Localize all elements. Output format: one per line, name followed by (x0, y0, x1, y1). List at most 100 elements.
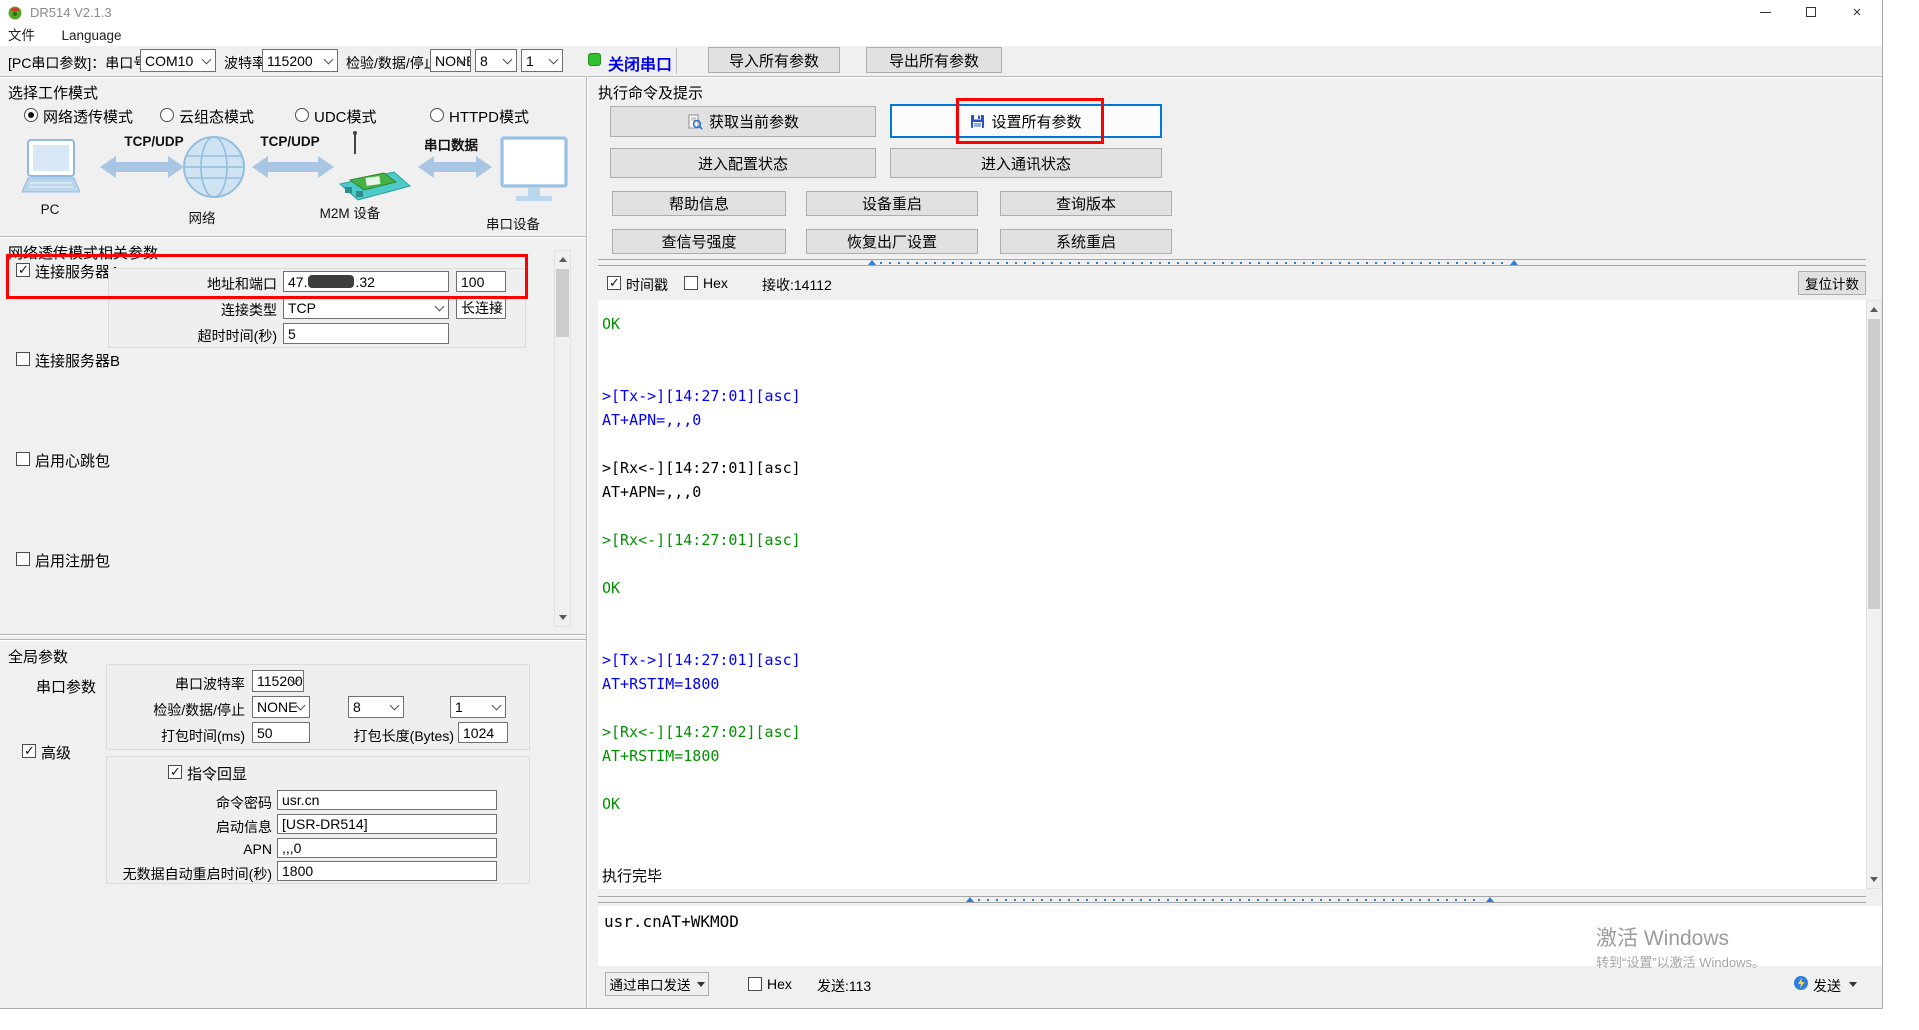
log-line: >[Rx<-][14:27:01][asc] (602, 456, 1866, 480)
scroll-down-icon[interactable] (1870, 877, 1878, 882)
send-via-serial-button[interactable]: 通过串口发送 (605, 972, 709, 996)
stopbits-select[interactable]: 1 (521, 49, 563, 72)
section-divider (0, 639, 588, 641)
scroll-down-icon[interactable] (559, 615, 567, 620)
databits-select[interactable]: 8 (475, 49, 517, 72)
export-all-params-button[interactable]: 导出所有参数 (866, 47, 1002, 73)
baud-select[interactable]: 115200 (262, 49, 338, 72)
query-version-button[interactable]: 查询版本 (1000, 191, 1172, 216)
splitter-top[interactable] (598, 259, 1866, 266)
log-line (602, 360, 1866, 384)
conn-type-select[interactable]: TCP (283, 297, 449, 319)
log-line (602, 600, 1866, 624)
splitter-arrow-icon (966, 897, 974, 902)
keepalive-select[interactable]: 长连接 (456, 297, 506, 319)
get-params-button[interactable]: 获取当前参数 (610, 106, 876, 137)
radio-httpd-mode[interactable] (430, 108, 444, 122)
packtime-input[interactable]: 50 (252, 722, 310, 743)
menu-file[interactable]: 文件 (8, 24, 35, 44)
left-panel-scrollbar[interactable] (554, 250, 571, 627)
send-button[interactable]: 发送 (1813, 976, 1841, 996)
close-port-button[interactable]: 关闭串口 (608, 51, 672, 75)
close-button[interactable]: × (1837, 0, 1877, 24)
advanced-checkbox[interactable] (22, 744, 36, 758)
timeout-input[interactable]: 5 (283, 323, 449, 344)
log-scrollbar[interactable] (1866, 300, 1882, 889)
advanced-label: 高级 (41, 742, 71, 763)
log-output-area[interactable]: OK >[Tx->][14:27:01][asc]AT+APN=,,,0 >[R… (598, 300, 1866, 889)
server-a-port-input[interactable]: 100 (456, 271, 506, 292)
help-info-button[interactable]: 帮助信息 (612, 191, 786, 216)
conn-type-label: 连接类型 (207, 300, 277, 320)
import-all-params-button[interactable]: 导入所有参数 (708, 47, 840, 73)
section-global-params-title: 全局参数 (8, 646, 68, 667)
log-line: AT+RSTIM=1800 (602, 744, 1866, 768)
minimize-button[interactable] (1745, 0, 1785, 24)
g-parity-select[interactable]: NONE (252, 696, 310, 718)
heartbeat-label: 启用心跳包 (35, 450, 110, 471)
device-reboot-button[interactable]: 设备重启 (806, 191, 978, 216)
baud-label: 波特率 (224, 53, 266, 73)
laptop-icon (22, 140, 80, 192)
link3-label: 串口数据 (416, 134, 486, 154)
send-hex-checkbox[interactable] (748, 977, 762, 991)
server-b-checkbox[interactable] (16, 352, 30, 366)
radio-cloud-mode[interactable] (160, 108, 174, 122)
chevron-down-icon (324, 54, 334, 64)
parity-select[interactable]: NONE (430, 49, 471, 72)
g-databits-select[interactable]: 8 (348, 696, 404, 718)
heartbeat-checkbox[interactable] (16, 452, 30, 466)
scrollbar-thumb[interactable] (1868, 319, 1880, 609)
send-hex-label: Hex (767, 976, 792, 992)
recv-count-label: 接收:14112 (762, 275, 832, 295)
chevron-down-icon (503, 54, 513, 64)
maximize-button[interactable] (1791, 0, 1831, 24)
set-all-params-button[interactable]: 设置所有参数 (890, 104, 1162, 138)
idle-restart-input[interactable]: 1800 (277, 861, 497, 881)
regpack-checkbox[interactable] (16, 552, 30, 566)
menu-language[interactable]: Language (61, 28, 121, 43)
radio-udc-mode[interactable] (295, 108, 309, 122)
send-dropdown-arrow-icon[interactable] (1849, 982, 1857, 987)
log-line: 执行完毕 (602, 864, 1866, 888)
boot-msg-input[interactable]: [USR-DR514] (277, 814, 497, 834)
timestamp-label: 时间戳 (626, 275, 668, 295)
echo-checkbox[interactable] (168, 765, 182, 779)
scroll-up-icon[interactable] (559, 257, 567, 262)
log-line: >[Tx->][14:27:01][asc] (602, 384, 1866, 408)
radio-httpd-label: HTTPD模式 (449, 106, 529, 127)
system-reboot-button[interactable]: 系统重启 (1000, 229, 1172, 254)
serial-group-label: 串口参数 (36, 676, 96, 697)
reset-count-button[interactable]: 复位计数 (1798, 271, 1866, 295)
query-signal-button[interactable]: 查信号强度 (612, 229, 786, 254)
enter-config-button[interactable]: 进入配置状态 (610, 148, 876, 178)
server-a-checkbox[interactable] (16, 263, 30, 277)
scroll-up-icon[interactable] (1870, 307, 1878, 312)
apn-input[interactable]: ,,,0 (277, 838, 497, 858)
factory-reset-button[interactable]: 恢复出厂设置 (806, 229, 978, 254)
section-divider (0, 236, 588, 238)
g-stopbits-select[interactable]: 1 (450, 696, 506, 718)
addr-port-label: 地址和端口 (207, 274, 277, 294)
packlen-label: 打包长度(Bytes) (352, 726, 454, 746)
com-port-select[interactable]: COM10 (140, 49, 216, 72)
packlen-input[interactable]: 1024 (458, 722, 508, 743)
splitter-bottom[interactable] (598, 896, 1866, 903)
log-line: AT+APN=,,,0 (602, 408, 1866, 432)
timestamp-checkbox[interactable] (607, 276, 621, 290)
section-work-mode-title: 选择工作模式 (8, 82, 98, 103)
cmd-password-input[interactable]: usr.cn (277, 790, 497, 810)
scrollbar-thumb[interactable] (556, 269, 569, 337)
search-doc-icon (687, 114, 703, 130)
send-icon[interactable] (1793, 975, 1809, 991)
g-baud-select[interactable]: 115200 (252, 670, 304, 692)
server-a-address-input[interactable]: 47..32 (283, 271, 449, 292)
boot-msg-label: 启动信息 (212, 817, 272, 837)
monitor-icon (502, 138, 566, 201)
enter-comm-button[interactable]: 进入通讯状态 (890, 148, 1162, 178)
m2m-node-label: M2M 设备 (312, 202, 388, 222)
log-line (602, 696, 1866, 720)
recv-hex-checkbox[interactable] (684, 276, 698, 290)
radio-net-transparent-mode[interactable] (24, 108, 38, 122)
server-b-label: 连接服务器B (35, 350, 120, 371)
